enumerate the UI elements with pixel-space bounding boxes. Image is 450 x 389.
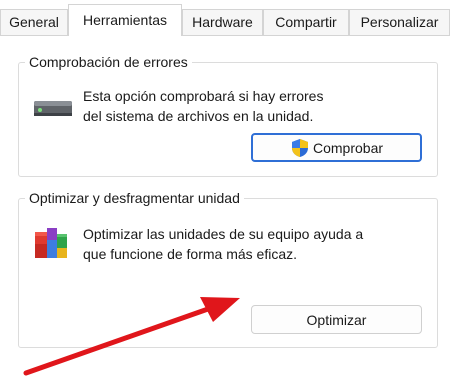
annotation-arrow bbox=[23, 297, 240, 376]
tab-herramientas[interactable]: Herramientas bbox=[68, 4, 182, 36]
